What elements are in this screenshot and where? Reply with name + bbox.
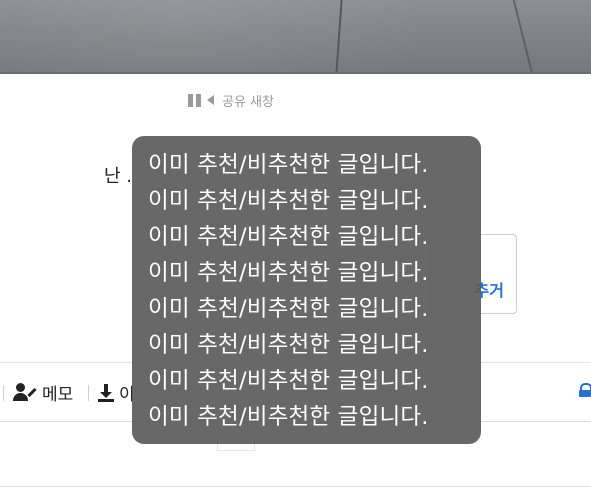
toast-message: 이미 추천/비추천한 글입니다.: [148, 188, 429, 214]
video-shading: [0, 0, 591, 74]
toast-message: 이미 추천/비추천한 글입니다.: [148, 404, 429, 430]
bottom-divider: [0, 486, 591, 487]
toast-message: 이미 추천/비추천한 글입니다.: [148, 332, 429, 358]
memo-button[interactable]: 메모: [13, 380, 73, 405]
lock-icon[interactable]: [579, 383, 591, 397]
download-button[interactable]: 이: [98, 380, 135, 405]
toolbar-divider: [3, 385, 4, 401]
toast-message: 이미 추천/비추천한 글입니다.: [148, 260, 429, 286]
memo-icon: [13, 382, 37, 403]
post-body-text: 난 .: [104, 166, 133, 187]
toast-notification: 이미 추천/비추천한 글입니다. 이미 추천/비추천한 글입니다. 이미 추천/…: [132, 136, 481, 444]
pause-icon[interactable]: [188, 93, 201, 107]
toast-message: 이미 추천/비추천한 글입니다.: [148, 224, 429, 250]
download-icon: [98, 383, 114, 402]
video-frame[interactable]: [0, 0, 591, 74]
memo-label: 메모: [42, 385, 74, 405]
share-new-window-link[interactable]: 공유 새창: [222, 91, 274, 110]
video-controls: 공유 새창: [188, 91, 274, 110]
video-bottom-edge: [0, 72, 591, 74]
toast-message: 이미 추천/비추천한 글입니다.: [148, 152, 429, 178]
toolbar-divider: [88, 385, 89, 401]
volume-icon[interactable]: [207, 95, 214, 105]
toast-message: 이미 추천/비추천한 글입니다.: [148, 296, 429, 322]
toast-message: 이미 추천/비추천한 글입니다.: [148, 368, 429, 394]
